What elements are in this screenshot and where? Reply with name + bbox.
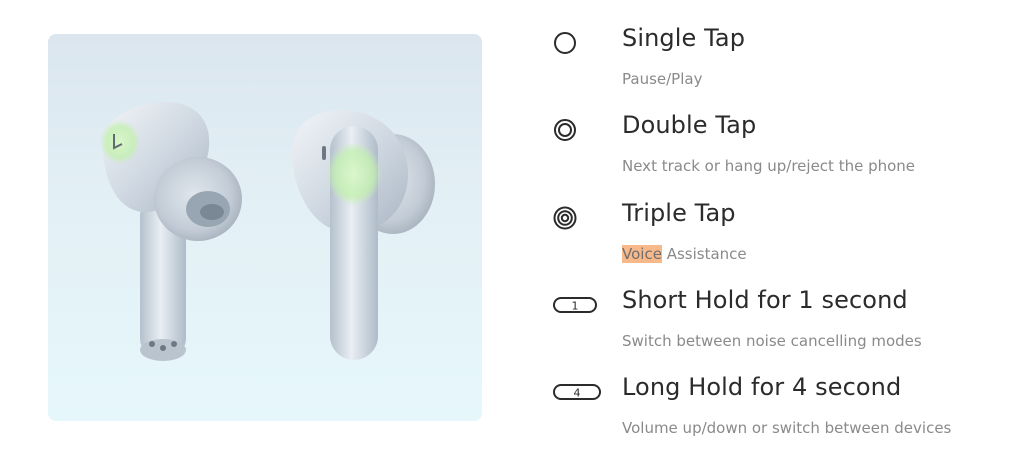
control-row-short-hold: 1 Short Hold for 1 second Switch between… bbox=[552, 286, 1012, 366]
control-title: Single Tap bbox=[622, 24, 746, 52]
control-title: Long Hold for 4 second bbox=[622, 373, 902, 401]
control-description: Pause/Play bbox=[622, 70, 702, 88]
right-earbud bbox=[291, 109, 435, 360]
hold-4-icon-label: 4 bbox=[574, 387, 581, 400]
page: Single Tap Pause/Play Double Tap Next tr… bbox=[0, 0, 1024, 472]
control-description: Switch between noise cancelling modes bbox=[622, 332, 922, 350]
description-text: Assistance bbox=[661, 245, 747, 263]
control-title: Short Hold for 1 second bbox=[622, 286, 908, 314]
control-description: Voice Assistance bbox=[622, 245, 747, 263]
control-description: Next track or hang up/reject the phone bbox=[622, 157, 915, 175]
control-title: Triple Tap bbox=[622, 199, 736, 227]
double-tap-icon bbox=[552, 117, 602, 143]
control-row-single-tap: Single Tap Pause/Play bbox=[552, 24, 1012, 104]
description-highlight: Voice bbox=[622, 245, 662, 263]
description-text: Next track or hang up/reject the phone bbox=[622, 157, 916, 175]
left-earbud bbox=[100, 102, 242, 361]
control-description: Volume up/down or switch between devices bbox=[622, 419, 951, 437]
triple-tap-icon bbox=[552, 205, 602, 231]
description-text: Volume up/down or switch between devices bbox=[622, 419, 952, 437]
earbuds-product-image bbox=[48, 34, 482, 421]
control-row-long-hold: 4 Long Hold for 4 second Volume up/down … bbox=[552, 373, 1012, 453]
description-text: Pause/Play bbox=[622, 70, 703, 88]
control-row-double-tap: Double Tap Next track or hang up/reject … bbox=[552, 111, 1012, 191]
single-tap-icon bbox=[552, 30, 602, 56]
hold-1-icon: 1 bbox=[552, 292, 602, 318]
hold-1-icon-label: 1 bbox=[572, 300, 579, 313]
description-text: Switch between noise cancelling modes bbox=[622, 332, 922, 350]
control-title: Double Tap bbox=[622, 111, 757, 139]
control-row-triple-tap: Triple Tap Voice Assistance bbox=[552, 199, 1012, 279]
hold-4-icon: 4 bbox=[552, 379, 602, 405]
